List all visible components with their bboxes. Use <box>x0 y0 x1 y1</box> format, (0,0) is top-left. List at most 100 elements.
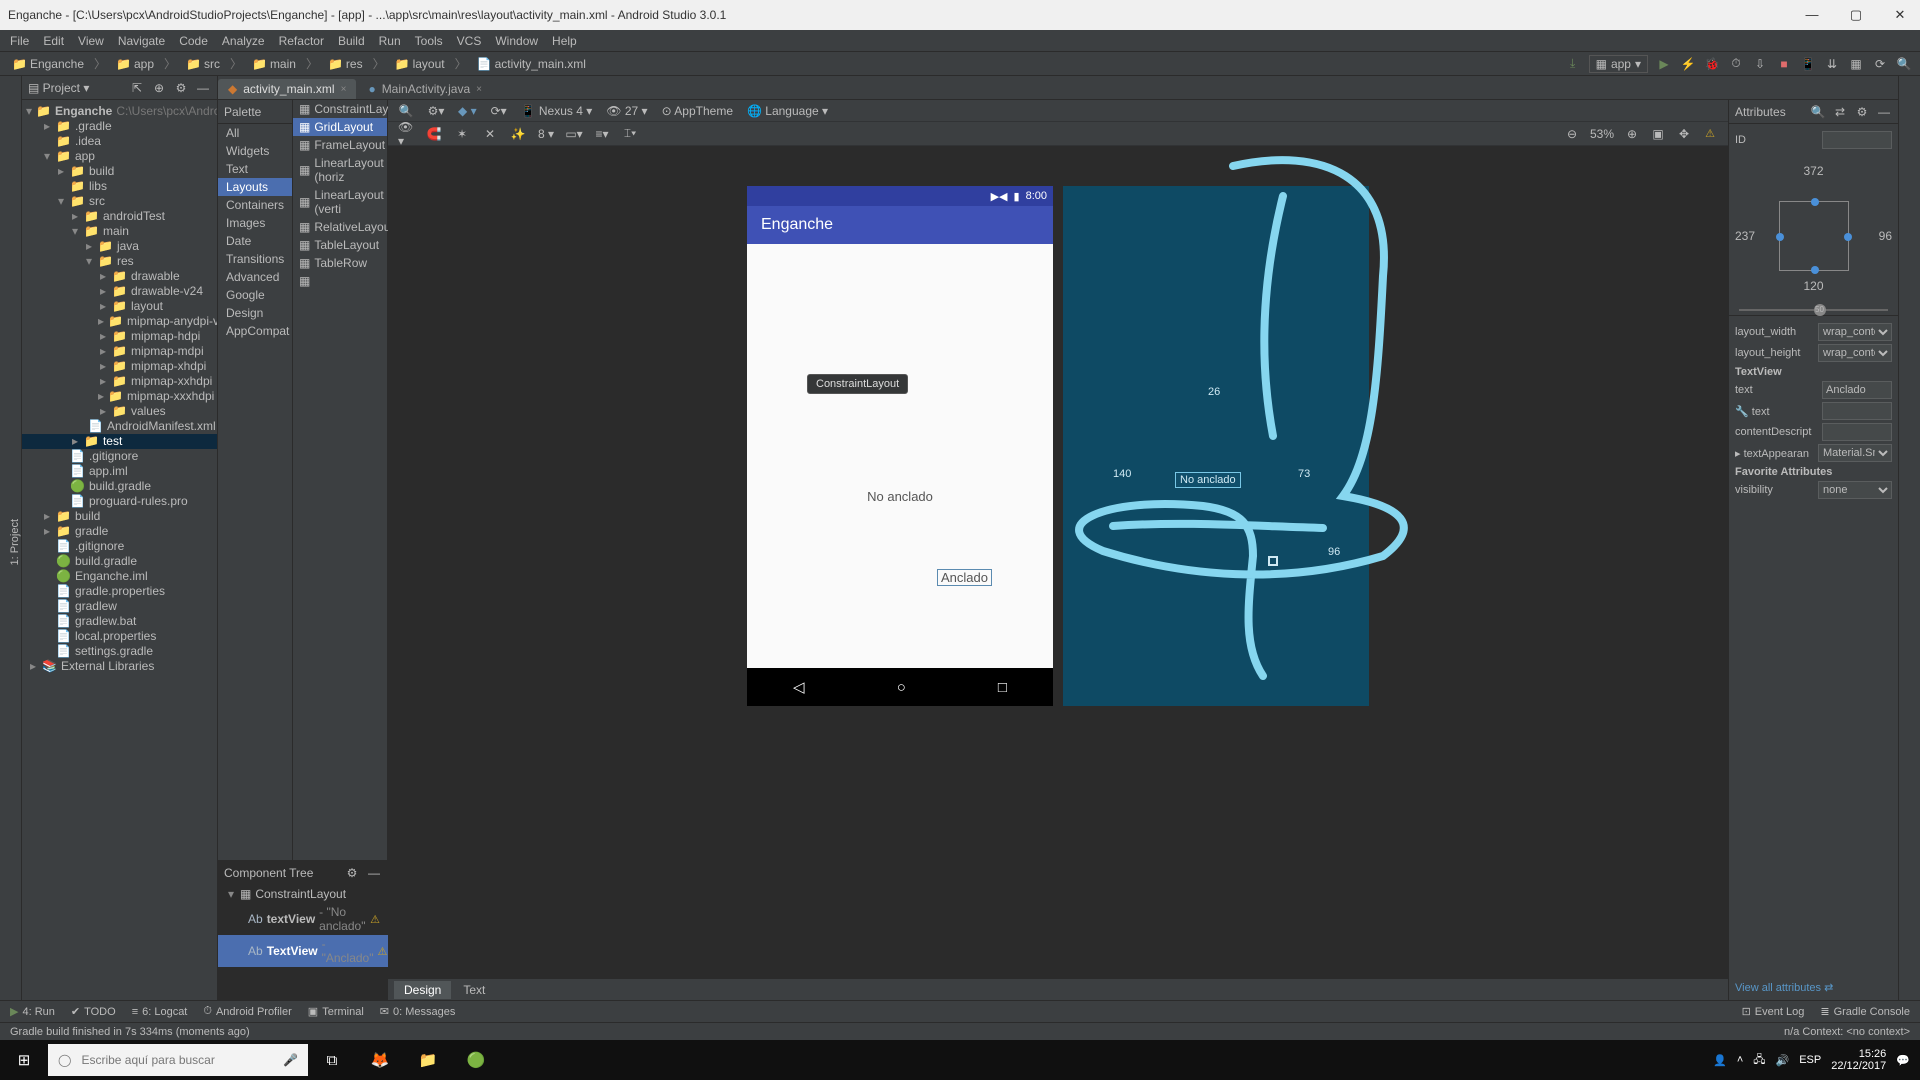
start-button[interactable]: ⊞ <box>0 1040 48 1080</box>
margin-value[interactable]: 8 ▾ <box>538 127 554 141</box>
menu-refactor[interactable]: Refactor <box>279 34 324 48</box>
tree-item[interactable]: 📄gradlew.bat <box>22 614 217 629</box>
menu-help[interactable]: Help <box>552 34 577 48</box>
attr-id-input[interactable] <box>1822 131 1892 149</box>
tree-item[interactable]: ▸📁java <box>22 239 217 254</box>
attr-cd-input[interactable] <box>1822 423 1892 441</box>
hide-icon[interactable]: — <box>195 80 211 96</box>
wand-icon[interactable]: ✨ <box>510 126 526 142</box>
tree-item[interactable]: ▸📁mipmap-hdpi <box>22 329 217 344</box>
clear-icon[interactable]: ✕ <box>482 126 498 142</box>
palette-cat[interactable]: Text <box>218 160 292 178</box>
palette-cat[interactable]: Transitions <box>218 250 292 268</box>
api-selector[interactable]: 👁 27 ▾ <box>606 104 647 118</box>
tree-item[interactable]: ▸📁test <box>22 434 217 449</box>
design-surface[interactable]: ▶◀▮8:00 Enganche ConstraintLayout No anc… <box>388 146 1728 978</box>
menu-edit[interactable]: Edit <box>43 34 64 48</box>
tree-item[interactable]: 📄app.iml <box>22 464 217 479</box>
menu-build[interactable]: Build <box>338 34 365 48</box>
menu-tools[interactable]: Tools <box>415 34 443 48</box>
btn-logcat[interactable]: ≡ 6: Logcat <box>132 1005 188 1018</box>
search-icon[interactable]: 🔍 <box>398 103 414 119</box>
preview-text1[interactable]: No anclado <box>747 489 1053 504</box>
palette-cat[interactable]: Date <box>218 232 292 250</box>
tree-item[interactable]: 🟢Enganche.iml <box>22 569 217 584</box>
crumb-main[interactable]: 📁 main <box>248 56 300 72</box>
tree-item[interactable]: 🟢build.gradle <box>22 554 217 569</box>
constraint-widget[interactable]: 372 237 96 120 50 <box>1729 156 1898 316</box>
crumb-app[interactable]: 📁 app <box>112 56 158 72</box>
attr-text-input[interactable] <box>1822 381 1892 399</box>
taskbar-search[interactable]: ◯Escribe aquí para buscar🎤 <box>48 1044 308 1076</box>
palette-cat[interactable]: Widgets <box>218 142 292 160</box>
tree-item[interactable]: 📄gradlew <box>22 599 217 614</box>
warning-icon[interactable]: ⚠ <box>1702 126 1718 142</box>
palette-item[interactable]: ▦GridLayout <box>293 118 387 136</box>
palette-cat[interactable]: Design <box>218 304 292 322</box>
tree-item[interactable]: ▸📁mipmap-xxhdpi <box>22 374 217 389</box>
gutter-project[interactable]: 1: Project <box>9 519 21 565</box>
palette-item[interactable]: ▦LinearLayout (horiz <box>293 154 387 186</box>
tree-item[interactable]: ▸📁build <box>22 509 217 524</box>
target-icon[interactable]: ⊕ <box>151 80 167 96</box>
close-button[interactable]: ✕ <box>1884 7 1916 23</box>
menu-navigate[interactable]: Navigate <box>118 34 165 48</box>
taskbar-android-studio[interactable]: 🟢 <box>452 1040 500 1080</box>
tree-item[interactable]: ▾📁res <box>22 254 217 269</box>
palette-item[interactable]: ▦ConstraintLayout <box>293 100 387 118</box>
infer-icon[interactable]: ✶ <box>454 126 470 142</box>
palette-items[interactable]: ▦ConstraintLayout▦GridLayout▦FrameLayout… <box>293 100 388 860</box>
hide-icon[interactable]: — <box>366 865 382 881</box>
mic-icon[interactable]: 🎤 <box>283 1053 298 1067</box>
tree-item[interactable]: ▸📁gradle <box>22 524 217 539</box>
palette-cat[interactable]: Google <box>218 286 292 304</box>
palette-cat[interactable]: All <box>218 124 292 142</box>
device-selector[interactable]: 📱 Nexus 4 ▾ <box>521 104 593 118</box>
eye-icon[interactable]: 👁▾ <box>398 126 414 142</box>
menu-analyze[interactable]: Analyze <box>222 34 265 48</box>
zoom-out-icon[interactable]: ⊖ <box>1564 126 1580 142</box>
tree-item[interactable]: ▸📁layout <box>22 299 217 314</box>
tree-item[interactable]: 📄gradle.properties <box>22 584 217 599</box>
view-all-attributes-link[interactable]: View all attributes ⇄ <box>1729 975 1898 1000</box>
tree-item[interactable]: ▾📁app <box>22 149 217 164</box>
tree-item[interactable]: ▸📁drawable-v24 <box>22 284 217 299</box>
close-tab-icon[interactable]: × <box>341 84 347 95</box>
tree-item[interactable]: ▸📁mipmap-mdpi <box>22 344 217 359</box>
orientation-icon[interactable]: ⟳▾ <box>491 103 507 119</box>
close-tab-icon[interactable]: × <box>476 84 482 95</box>
tray-notifications-icon[interactable]: 💬 <box>1896 1054 1910 1067</box>
back-icon[interactable]: ◁ <box>793 678 805 696</box>
search-icon[interactable]: 🔍 <box>1896 56 1912 72</box>
run-icon[interactable]: ▶ <box>1656 56 1672 72</box>
palette-cat[interactable]: AppCompat <box>218 322 292 340</box>
tree-item[interactable]: 📄local.properties <box>22 629 217 644</box>
tab-mainactivity[interactable]: ●MainActivity.java× <box>358 79 492 99</box>
crumb-file[interactable]: 📄 activity_main.xml <box>473 56 590 72</box>
zoom-in-icon[interactable]: ⊕ <box>1624 126 1640 142</box>
project-tree[interactable]: ▾📁Enganche C:\Users\pcx\AndroidStudioPr▸… <box>22 100 217 1000</box>
stop-icon[interactable]: ■ <box>1776 56 1792 72</box>
menu-file[interactable]: File <box>10 34 29 48</box>
tray-volume-icon[interactable]: 🔊 <box>1776 1054 1790 1067</box>
minimize-button[interactable]: — <box>1796 7 1828 23</box>
tree-item[interactable]: ▸📁drawable <box>22 269 217 284</box>
sync-icon[interactable]: ⟳ <box>1872 56 1888 72</box>
project-header-label[interactable]: ▤ Project ▾ <box>28 81 89 95</box>
crumb-project[interactable]: 📁 Enganche <box>8 56 88 72</box>
guide-icon[interactable]: ⌶▾ <box>622 126 638 142</box>
component-tree-item[interactable]: Ab TextView - "Anclado" ⚠ <box>218 935 388 967</box>
palette-cat[interactable]: Advanced <box>218 268 292 286</box>
component-tree-item[interactable]: Ab textView - "No anclado" ⚠ <box>218 903 388 935</box>
search-icon[interactable]: 🔍 <box>1810 104 1826 120</box>
design-mode-icon[interactable]: ◆ ▾ <box>458 104 477 118</box>
blueprint-preview[interactable]: No anclado 140 73 26 96 <box>1063 186 1369 706</box>
debug-icon[interactable]: 🐞 <box>1704 56 1720 72</box>
tree-item[interactable]: 📄.gitignore <box>22 539 217 554</box>
collapse-icon[interactable]: ⇱ <box>129 80 145 96</box>
tray-up-icon[interactable]: ˄ <box>1737 1054 1743 1066</box>
taskbar-explorer[interactable]: 📁 <box>404 1040 452 1080</box>
btn-profiler[interactable]: ⏱ Android Profiler <box>203 1005 291 1018</box>
tree-item[interactable]: 📁.idea <box>22 134 217 149</box>
attach-icon[interactable]: ⇩ <box>1752 56 1768 72</box>
